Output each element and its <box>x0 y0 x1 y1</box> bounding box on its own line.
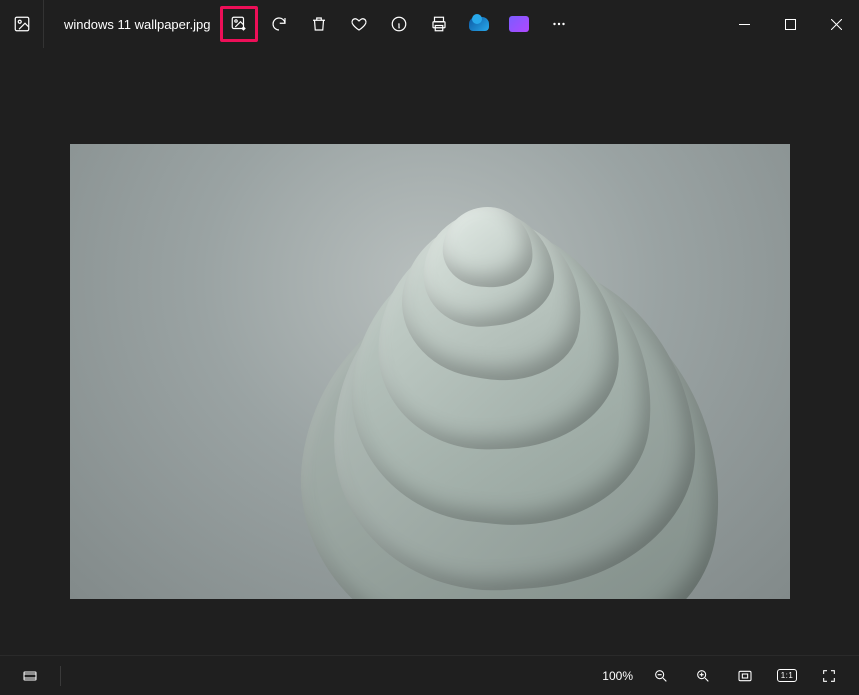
info-button[interactable] <box>380 6 418 42</box>
fullscreen-icon <box>821 668 837 684</box>
photos-app-icon <box>13 15 31 33</box>
print-button[interactable] <box>420 6 458 42</box>
filmstrip-button[interactable] <box>12 660 48 692</box>
onedrive-icon <box>469 17 489 31</box>
zoom-fit-button[interactable] <box>727 660 763 692</box>
zoom-in-icon <box>695 668 711 684</box>
rotate-icon <box>270 15 288 33</box>
filmstrip-icon <box>22 668 38 684</box>
fit-icon <box>737 668 753 684</box>
onedrive-button[interactable] <box>460 6 498 42</box>
maximize-icon <box>785 19 796 30</box>
info-icon <box>390 15 408 33</box>
clipchamp-icon <box>509 16 529 32</box>
zoom-out-icon <box>653 668 669 684</box>
print-icon <box>430 15 448 33</box>
close-icon <box>831 19 842 30</box>
rotate-button[interactable] <box>260 6 298 42</box>
footer-bar: 100% 1:1 <box>0 655 859 695</box>
edit-image-icon <box>230 15 248 33</box>
minimize-button[interactable] <box>721 8 767 40</box>
edit-image-button[interactable] <box>220 6 258 42</box>
zoom-in-button[interactable] <box>685 660 721 692</box>
titlebar: windows 11 wallpaper.jpg <box>0 0 859 48</box>
trash-icon <box>310 15 328 33</box>
bloom-graphic <box>343 199 789 599</box>
maximize-button[interactable] <box>767 8 813 40</box>
divider <box>60 666 61 686</box>
heart-icon <box>350 15 368 33</box>
actual-size-icon: 1:1 <box>777 669 798 682</box>
actual-size-button[interactable]: 1:1 <box>769 660 805 692</box>
displayed-image <box>70 144 790 599</box>
ellipsis-icon <box>550 15 568 33</box>
minimize-icon <box>739 19 750 30</box>
app-icon[interactable] <box>0 0 44 48</box>
more-button[interactable] <box>540 6 578 42</box>
clipchamp-button[interactable] <box>500 6 538 42</box>
filename-label: windows 11 wallpaper.jpg <box>44 17 214 32</box>
fullscreen-button[interactable] <box>811 660 847 692</box>
window-controls <box>721 8 859 40</box>
zoom-level-label: 100% <box>602 669 633 683</box>
favorite-button[interactable] <box>340 6 378 42</box>
image-viewport[interactable] <box>0 48 859 655</box>
close-button[interactable] <box>813 8 859 40</box>
delete-button[interactable] <box>300 6 338 42</box>
zoom-out-button[interactable] <box>643 660 679 692</box>
top-toolbar <box>220 6 578 42</box>
